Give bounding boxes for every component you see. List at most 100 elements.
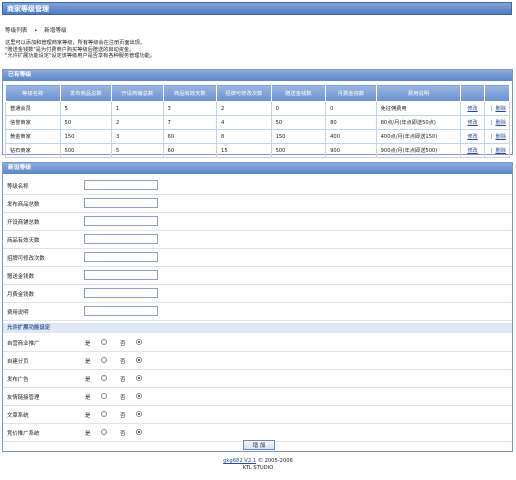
cell: 500: [270, 143, 327, 158]
product-link[interactable]: gkg682 V2.1: [223, 458, 256, 464]
no-label: 否: [120, 413, 126, 419]
cell: 0: [325, 101, 377, 116]
cell: 7: [162, 115, 218, 130]
field-label: 赠送金钱数: [7, 274, 34, 280]
no-label: 否: [120, 359, 126, 365]
edit-cell: 修改: [460, 101, 485, 116]
form-row: 费用说明: [3, 303, 512, 321]
no-label: 否: [120, 431, 126, 437]
page-title-bar: 商家等级管理: [2, 2, 512, 15]
no-radio[interactable]: [136, 339, 142, 345]
levels-table: 等级名称 发布商品总数 开设商铺总数 商品有效天数 招牌可修改次数 赠送金钱数 …: [5, 84, 511, 158]
option-row: 友情链接管理 是 否: [3, 388, 512, 406]
field-label: 开设商铺总数: [7, 220, 40, 226]
yes-radio[interactable]: [101, 393, 107, 399]
breadcrumb: 等级列表 • 新增等级: [5, 26, 72, 34]
delete-cell: | 删除: [483, 101, 511, 116]
edit-link[interactable]: 修改: [467, 148, 477, 154]
level-name-input[interactable]: [84, 180, 158, 190]
yes-radio[interactable]: [101, 411, 107, 417]
col-header: 赠送金钱数: [270, 84, 327, 102]
cell: 2: [111, 115, 164, 130]
valid-days-input[interactable]: [84, 234, 158, 244]
delete-link[interactable]: 删除: [496, 148, 506, 154]
link-separator: |: [490, 120, 493, 126]
tab-level-list[interactable]: 等级列表: [5, 28, 27, 34]
sign-edit-count-input[interactable]: [84, 252, 158, 262]
yes-radio[interactable]: [101, 375, 107, 381]
no-radio[interactable]: [136, 375, 142, 381]
cell-fee: 免征佣费用: [375, 101, 462, 116]
no-label: 否: [120, 377, 126, 383]
form-row: 等级名称: [3, 177, 512, 195]
option-label: 竞价推广系统: [7, 431, 40, 437]
form-row: 招牌可修改次数: [3, 249, 512, 267]
cell-fee: 900点/月(年点即送500): [375, 143, 462, 158]
delete-cell: | 删除: [483, 115, 511, 130]
form-row: 发布商品总数: [3, 195, 512, 213]
panel-header: 新设等级: [3, 163, 512, 174]
field-label: 等级名称: [7, 184, 29, 190]
form-row: 月费金钱数: [3, 285, 512, 303]
cell: 5: [111, 143, 164, 158]
col-header: [483, 84, 511, 102]
delete-link[interactable]: 删除: [496, 120, 506, 126]
yes-label: 是: [85, 359, 91, 365]
cell: 3: [162, 101, 218, 116]
yes-radio[interactable]: [101, 339, 107, 345]
cell: 1: [111, 101, 164, 116]
no-radio[interactable]: [136, 393, 142, 399]
table-header-row: 等级名称 发布商品总数 开设商铺总数 商品有效天数 招牌可修改次数 赠送金钱数 …: [5, 84, 511, 102]
link-separator: |: [490, 148, 493, 154]
yes-radio[interactable]: [101, 429, 107, 435]
cell: 150: [270, 129, 327, 144]
edit-link[interactable]: 修改: [467, 134, 477, 140]
cell: 3: [111, 129, 164, 144]
col-header: 等级名称: [5, 84, 61, 102]
option-row: 自营商业推广 是 否: [3, 334, 512, 352]
yes-radio[interactable]: [101, 357, 107, 363]
delete-link[interactable]: 删除: [496, 106, 506, 112]
cell-name: 钻石商家: [5, 143, 61, 158]
field-label: 发布商品总数: [7, 202, 40, 208]
edit-cell: 修改: [460, 129, 485, 144]
product-count-input[interactable]: [84, 198, 158, 208]
col-header: 招牌可修改次数: [216, 84, 272, 102]
description-line: "允许扩展功能设定"设定该等级用户是否享有各种服务管理功能。: [5, 53, 156, 59]
field-label: 月费金钱数: [7, 292, 34, 298]
option-label: 友情链接管理: [7, 395, 40, 401]
gift-money-input[interactable]: [84, 270, 158, 280]
cell-name: 普通会员: [5, 101, 61, 116]
monthly-fee-input[interactable]: [84, 288, 158, 298]
cell: 60: [162, 143, 218, 158]
cell-fee: 80点/月(年点即送50点): [375, 115, 462, 130]
cell: 50: [270, 115, 327, 130]
add-level-button[interactable]: 增 加: [243, 440, 275, 450]
edit-link[interactable]: 修改: [467, 120, 477, 126]
yes-label: 是: [85, 395, 91, 401]
copyright: © 2005-2006: [257, 458, 293, 464]
no-radio[interactable]: [136, 357, 142, 363]
edit-link[interactable]: 修改: [467, 106, 477, 112]
no-radio[interactable]: [136, 411, 142, 417]
yes-label: 是: [85, 431, 91, 437]
no-radio[interactable]: [136, 429, 142, 435]
option-row: 自建分页 是 否: [3, 352, 512, 370]
option-label: 自营商业推广: [7, 341, 40, 347]
breadcrumb-separator: •: [34, 28, 38, 34]
shop-count-input[interactable]: [84, 216, 158, 226]
col-header: 费用说明: [375, 84, 462, 102]
yes-label: 是: [85, 377, 91, 383]
tab-add-level[interactable]: 新增等级: [44, 28, 66, 34]
fee-description-input[interactable]: [84, 306, 158, 316]
existing-levels-panel: 已有等级 等级名称 发布商品总数 开设商铺总数 商品有效天数 招牌可修改次数 赠…: [2, 69, 513, 158]
delete-link[interactable]: 删除: [496, 134, 506, 140]
edit-cell: 修改: [460, 115, 485, 130]
col-header: 开设商铺总数: [111, 84, 164, 102]
col-header: 商品有效天数: [162, 84, 218, 102]
cell-name: 信誉商家: [5, 115, 61, 130]
cell-fee: 400点/月(年点即送150): [375, 129, 462, 144]
no-label: 否: [120, 395, 126, 401]
new-level-panel: 新设等级 等级名称 发布商品总数 开设商铺总数 商品有效天数 招牌可修改次数 赠…: [2, 162, 513, 452]
cell: 500: [59, 143, 113, 158]
